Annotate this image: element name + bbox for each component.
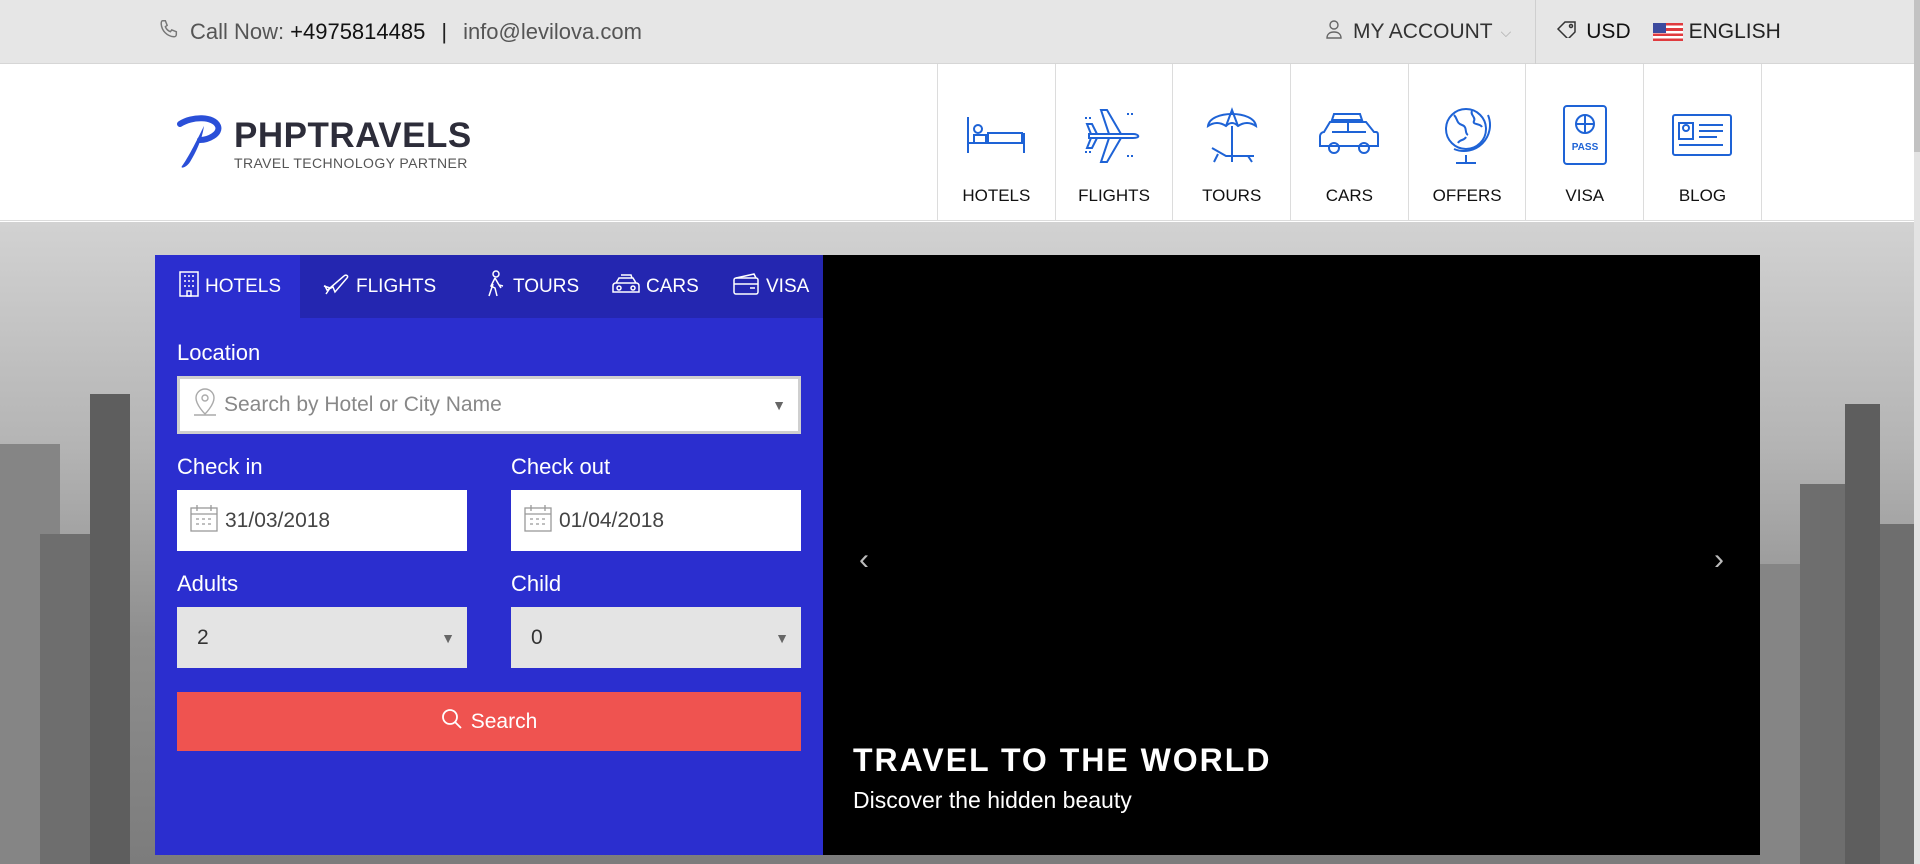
slider-next-arrow[interactable]: › [1714, 543, 1724, 577]
search-tabs: HOTELS FLIGHTS TOURS CARS VISA [155, 255, 823, 318]
nav-item-blog[interactable]: BLOG [1644, 64, 1762, 221]
calendar-icon [523, 503, 559, 539]
tab-visa[interactable]: VISA [720, 255, 823, 318]
dropdown-arrow-icon: ▼ [772, 397, 786, 413]
location-label: Location [177, 340, 261, 365]
tab-label: HOTELS [205, 275, 282, 297]
language-selector[interactable]: ENGLISH [1652, 20, 1781, 44]
child-label: Child [511, 571, 562, 596]
brand-tagline: TRAVEL TECHNOLOGY PARTNER [234, 155, 468, 171]
car-icon [1318, 104, 1380, 166]
calendar-icon [189, 503, 225, 539]
checkout-value: 01/04/2018 [559, 508, 665, 532]
search-panel: HOTELS FLIGHTS TOURS CARS VISA Location … [155, 255, 823, 855]
nav-label: FLIGHTS [1078, 186, 1150, 205]
nav-label: OFFERS [1432, 186, 1502, 205]
tab-label: VISA [766, 275, 810, 297]
plane-icon [1083, 104, 1145, 166]
bed-icon [964, 104, 1028, 166]
child-select[interactable]: 0 ▼ [511, 607, 801, 668]
main-navigation: HOTELS FLIGHTS TOURS CARS OFFERS PASS VI… [937, 64, 1762, 221]
dropdown-arrow-icon: ▼ [441, 629, 455, 646]
phone-icon [158, 18, 190, 46]
brand-name: PHPTRAVELS [234, 116, 472, 155]
tab-hotels[interactable]: HOTELS [155, 255, 300, 318]
child-value: 0 [531, 625, 543, 649]
checkin-label: Check in [177, 454, 263, 479]
nav-label: CARS [1325, 186, 1374, 205]
card-icon [732, 272, 766, 302]
phone-number-link[interactable]: +4975814485 [290, 19, 425, 45]
tab-label: TOURS [513, 275, 580, 297]
user-icon [1325, 19, 1353, 45]
call-now-label: Call Now: [190, 19, 285, 44]
slider-caption: TRAVEL TO THE WORLD Discover the hidden … [853, 742, 1271, 814]
id-card-icon [1671, 104, 1733, 166]
dropdown-arrow-icon: ▼ [775, 629, 789, 646]
tab-cars[interactable]: CARS [600, 255, 720, 318]
adults-select[interactable]: 2 ▼ [177, 607, 467, 668]
search-button-label: Search [470, 709, 538, 733]
nav-item-cars[interactable]: CARS [1291, 64, 1409, 221]
tab-tours[interactable]: TOURS [465, 255, 600, 318]
hotel-search-form: Location Search by Hotel or City Name ▼ … [155, 340, 823, 751]
chevron-down-icon: ⌵ [1500, 23, 1512, 40]
email-link[interactable]: info@levilova.com [463, 19, 642, 45]
currency-selector[interactable]: USD [1556, 20, 1631, 44]
beach-umbrella-icon [1204, 104, 1260, 166]
nav-item-hotels[interactable]: HOTELS [938, 64, 1056, 221]
checkin-date-input[interactable]: 31/03/2018 [177, 490, 467, 551]
hiker-icon [485, 269, 513, 304]
nav-label: HOTELS [962, 186, 1031, 205]
top-bar: Call Now: +4975814485 | info@levilova.co… [0, 0, 1914, 64]
map-pin-icon [192, 387, 224, 423]
language-label: ENGLISH [1688, 20, 1781, 43]
hero-slider: ‹ › TRAVEL TO THE WORLD Discover the hid… [823, 255, 1760, 855]
currency-label: USD [1586, 20, 1631, 43]
nav-label: BLOG [1678, 186, 1727, 205]
tab-flights[interactable]: FLIGHTS [300, 255, 465, 318]
scrollbar-thumb[interactable] [1914, 0, 1920, 152]
contact-info: Call Now: +4975814485 | info@levilova.co… [158, 0, 642, 64]
nav-item-tours[interactable]: TOURS [1173, 64, 1292, 221]
search-button[interactable]: Search [177, 692, 801, 751]
adults-value: 2 [197, 625, 209, 649]
logo-mark-icon [174, 114, 224, 175]
globe-icon [1440, 104, 1494, 166]
car-icon [612, 273, 646, 301]
adults-label: Adults [177, 571, 239, 596]
slider-subtitle: Discover the hidden beauty [853, 787, 1132, 813]
my-account-label: MY ACCOUNT [1353, 20, 1493, 43]
nav-item-visa[interactable]: PASS VISA [1526, 64, 1645, 221]
tab-label: FLIGHTS [356, 275, 437, 297]
location-placeholder: Search by Hotel or City Name [224, 393, 502, 416]
plane-icon [322, 272, 356, 302]
money-tag-icon [1556, 20, 1586, 44]
nav-label: TOURS [1202, 186, 1262, 205]
site-header: PHPTRAVELS TRAVEL TECHNOLOGY PARTNER HOT… [0, 64, 1914, 221]
slider-title: TRAVEL TO THE WORLD [853, 742, 1272, 778]
nav-label: VISA [1565, 186, 1605, 205]
logo[interactable]: PHPTRAVELS TRAVEL TECHNOLOGY PARTNER [174, 114, 472, 175]
slider-prev-arrow[interactable]: ‹ [859, 543, 869, 577]
checkin-value: 31/03/2018 [225, 508, 331, 532]
nav-item-flights[interactable]: FLIGHTS [1056, 64, 1174, 221]
svg-text:PASS: PASS [1572, 142, 1599, 153]
search-icon [441, 708, 471, 736]
contact-separator: | [441, 19, 448, 44]
passport-icon: PASS [1562, 104, 1608, 166]
tab-label: CARS [646, 275, 699, 297]
checkout-date-input[interactable]: 01/04/2018 [511, 490, 801, 551]
topbar-divider [1535, 0, 1537, 64]
my-account-dropdown[interactable]: MY ACCOUNT ⌵ [1325, 19, 1511, 45]
location-search-input[interactable]: Search by Hotel or City Name ▼ [177, 376, 801, 434]
building-icon [179, 270, 205, 303]
nav-item-offers[interactable]: OFFERS [1409, 64, 1527, 221]
us-flag-icon [1652, 23, 1683, 41]
page-scrollbar[interactable] [1914, 0, 1920, 864]
checkout-label: Check out [511, 454, 611, 479]
